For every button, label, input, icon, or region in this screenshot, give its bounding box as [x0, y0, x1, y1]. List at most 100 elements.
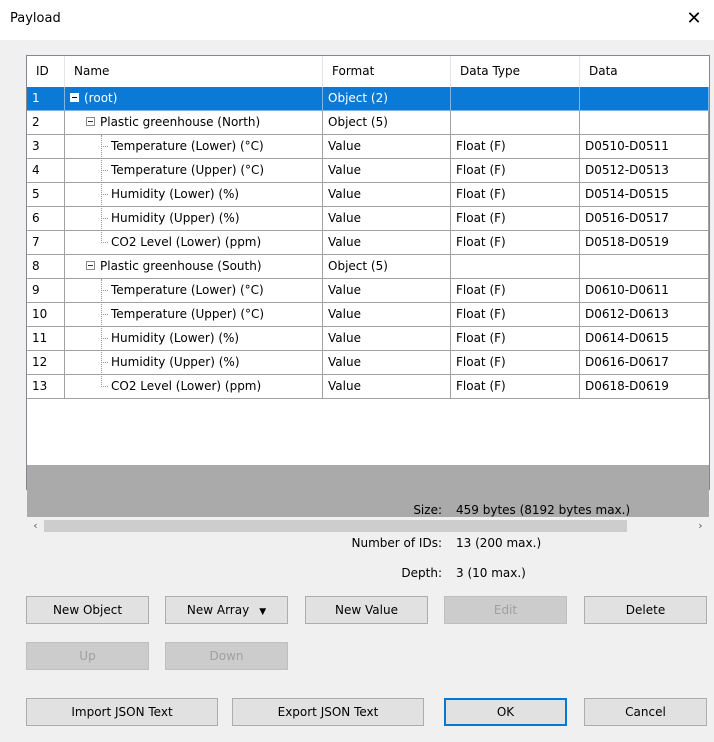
row-data-type-cell: Float (F) [451, 303, 580, 327]
table-row[interactable]: 13 CO2 Level (Lower) (ppm) Value Float (F) D… [27, 375, 709, 399]
table-row[interactable]: 1 (root) Object (2) [27, 87, 709, 111]
row-data-type-cell [451, 111, 580, 135]
table-row[interactable]: 9 Temperature (Lower) (°C) Value Float (F) D… [27, 279, 709, 303]
row-data-cell: D0516-D0517 [580, 207, 709, 231]
payload-grid[interactable]: ID Name Format Data Type Data 1 (root) Obj… [26, 55, 710, 534]
row-format-cell: Value [323, 375, 451, 399]
row-id-cell: 12 [27, 351, 65, 375]
new-array-button[interactable]: New Array ▼ [165, 596, 288, 624]
row-data-type-cell: Float (F) [451, 231, 580, 255]
close-icon[interactable]: ✕ [682, 7, 706, 31]
new-value-button[interactable]: New Value [305, 596, 428, 624]
row-data-type-cell: Float (F) [451, 279, 580, 303]
row-data-type-cell [451, 255, 580, 279]
row-name-text: Humidity (Lower) (%) [111, 331, 240, 345]
row-name-text: CO2 Level (Lower) (ppm) [111, 235, 262, 249]
up-button[interactable]: Up [26, 642, 149, 670]
collapse-icon[interactable] [86, 117, 95, 126]
collapse-icon[interactable] [70, 93, 79, 102]
row-id-cell: 7 [27, 231, 65, 255]
table-row[interactable]: 4 Temperature (Upper) (°C) Value Float (F) D… [27, 159, 709, 183]
row-data-type-cell: Float (F) [451, 327, 580, 351]
row-data-type-cell: Float (F) [451, 135, 580, 159]
column-header-data[interactable]: Data [580, 56, 709, 87]
tree-connector [101, 386, 108, 387]
table-row[interactable]: 8 Plastic greenhouse (South) Object (5) [27, 255, 709, 279]
ok-label: OK [496, 705, 515, 719]
scroll-left-icon[interactable]: ‹ [27, 518, 44, 534]
row-data-cell [580, 255, 709, 279]
row-format-cell: Object (2) [323, 87, 451, 111]
table-row[interactable]: 7 CO2 Level (Lower) (ppm) Value Float (F) D0… [27, 231, 709, 255]
row-name-cell: CO2 Level (Lower) (ppm) [65, 375, 323, 399]
table-row[interactable]: 6 Humidity (Upper) (%) Value Float (F) D0516… [27, 207, 709, 231]
new-array-label: New Array [186, 603, 250, 617]
row-format-cell: Value [323, 159, 451, 183]
row-id-cell: 11 [27, 327, 65, 351]
delete-label: Delete [625, 603, 666, 617]
cancel-label: Cancel [625, 705, 666, 719]
table-row[interactable]: 12 Humidity (Upper) (%) Value Float (F) D061… [27, 351, 709, 375]
ids-value: 13 (200 max.) [456, 536, 542, 550]
table-row[interactable]: 11 Humidity (Lower) (%) Value Float (F) D061… [27, 327, 709, 351]
cancel-button[interactable]: Cancel [584, 698, 707, 726]
row-data-type-cell [451, 87, 580, 111]
tree-connector [101, 290, 108, 291]
row-data-type-cell: Float (F) [451, 183, 580, 207]
column-header-data-type[interactable]: Data Type [451, 56, 580, 87]
down-label: Down [209, 649, 244, 663]
up-label: Up [79, 649, 96, 663]
row-data-type-cell: Float (F) [451, 159, 580, 183]
row-name-cell: Temperature (Lower) (°C) [65, 135, 323, 159]
horizontal-scrollbar[interactable]: ‹ › [27, 518, 709, 534]
tree-connector [101, 146, 108, 147]
export-json-button[interactable]: Export JSON Text [232, 698, 424, 726]
row-data-cell: D0614-D0615 [580, 327, 709, 351]
table-row[interactable]: 3 Temperature (Lower) (°C) Value Float (F) D… [27, 135, 709, 159]
ok-button[interactable]: OK [444, 698, 567, 726]
scroll-thumb[interactable] [44, 520, 627, 532]
scroll-right-icon[interactable]: › [692, 518, 709, 534]
export-json-label: Export JSON Text [277, 705, 379, 719]
column-header-id[interactable]: ID [27, 56, 65, 87]
column-header-format[interactable]: Format [323, 56, 451, 87]
row-data-cell: D0612-D0613 [580, 303, 709, 327]
table-row[interactable]: 10 Temperature (Upper) (°C) Value Float (F)… [27, 303, 709, 327]
row-name-text: CO2 Level (Lower) (ppm) [111, 379, 262, 393]
table-row[interactable]: 2 Plastic greenhouse (North) Object (5) [27, 111, 709, 135]
tree-connector [101, 314, 108, 315]
row-format-cell: Object (5) [323, 111, 451, 135]
row-format-cell: Value [323, 207, 451, 231]
row-name-cell: Humidity (Upper) (%) [65, 207, 323, 231]
edit-button[interactable]: Edit [444, 596, 567, 624]
row-data-cell: D0618-D0619 [580, 375, 709, 399]
row-id-cell: 8 [27, 255, 65, 279]
row-name-text: Temperature (Upper) (°C) [111, 307, 265, 321]
new-value-label: New Value [335, 603, 398, 617]
row-data-cell: D0616-D0617 [580, 351, 709, 375]
edit-label: Edit [493, 603, 518, 617]
row-data-cell: D0514-D0515 [580, 183, 709, 207]
new-object-button[interactable]: New Object [26, 596, 149, 624]
row-id-cell: 10 [27, 303, 65, 327]
tree-connector [101, 218, 108, 219]
table-row[interactable]: 5 Humidity (Lower) (%) Value Float (F) D0514… [27, 183, 709, 207]
down-button[interactable]: Down [165, 642, 288, 670]
title-bar: Payload ✕ [0, 0, 714, 40]
row-id-cell: 1 [27, 87, 65, 111]
row-data-type-cell: Float (F) [451, 351, 580, 375]
row-name-text: Temperature (Lower) (°C) [111, 139, 264, 153]
collapse-icon[interactable] [86, 261, 95, 270]
column-header-name[interactable]: Name [65, 56, 323, 87]
row-id-cell: 9 [27, 279, 65, 303]
delete-button[interactable]: Delete [584, 596, 707, 624]
row-data-cell: D0518-D0519 [580, 231, 709, 255]
row-data-type-cell: Float (F) [451, 375, 580, 399]
tree-connector [101, 279, 102, 387]
size-value: 459 bytes (8192 bytes max.) [456, 503, 631, 517]
import-json-button[interactable]: Import JSON Text [26, 698, 218, 726]
row-id-cell: 6 [27, 207, 65, 231]
row-data-cell [580, 87, 709, 111]
new-object-label: New Object [52, 603, 123, 617]
row-format-cell: Value [323, 135, 451, 159]
